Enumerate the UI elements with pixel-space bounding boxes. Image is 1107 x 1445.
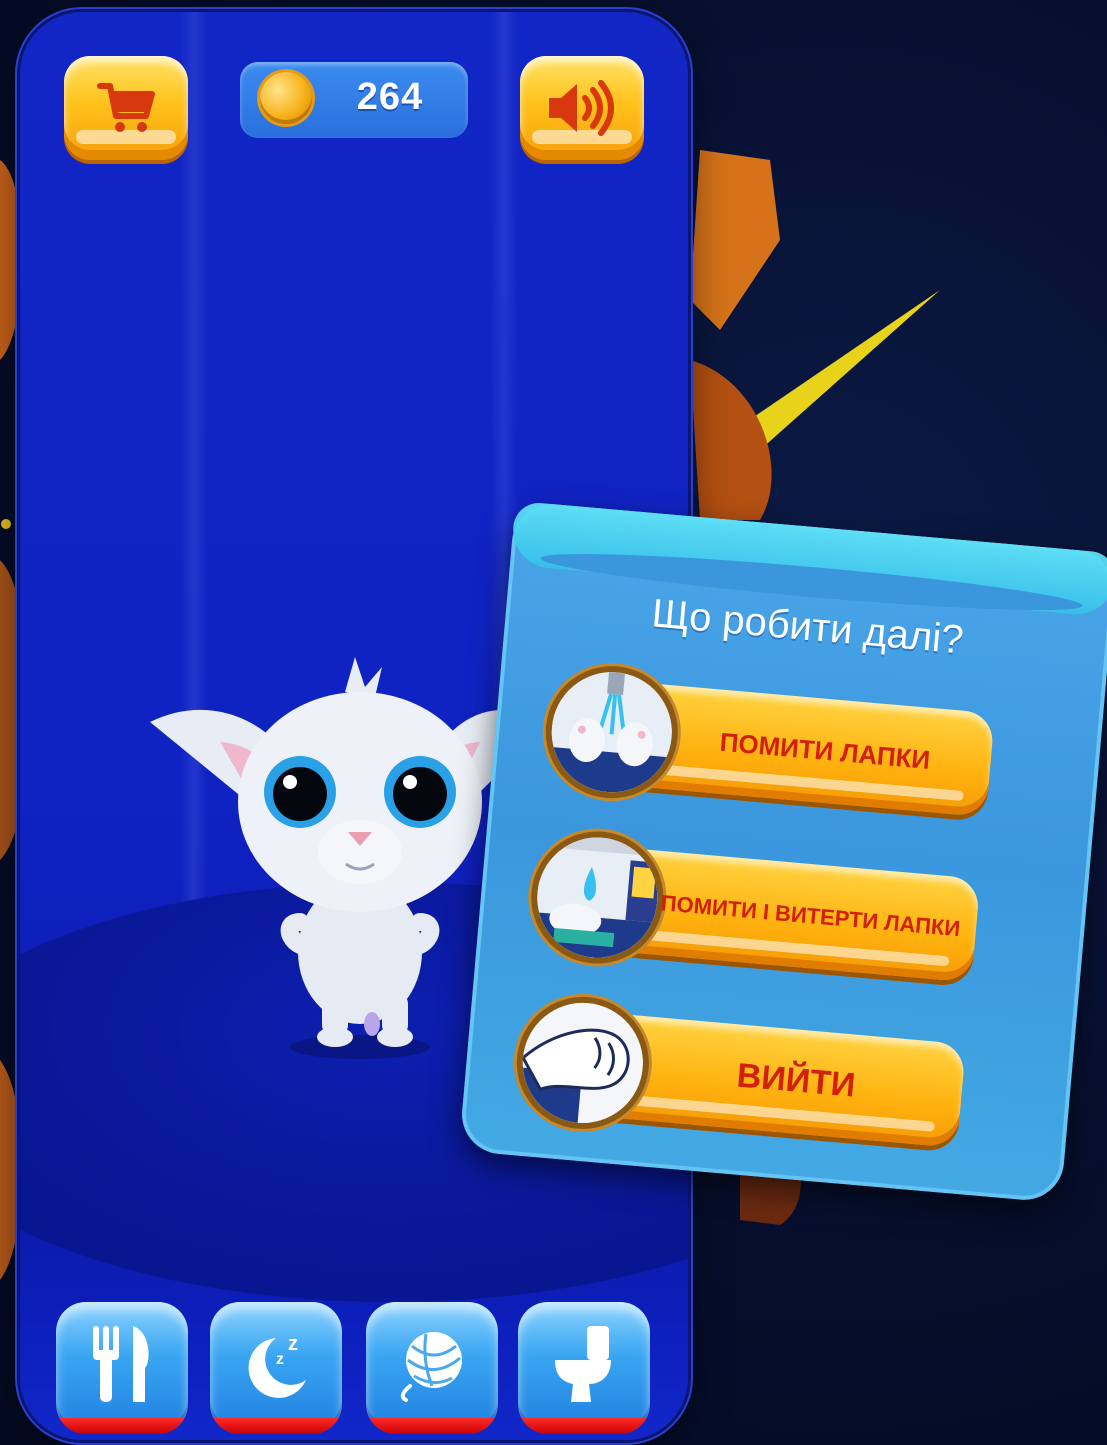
game-stage: 264 z z Що робити далі? ПОМИТИ ЛАПКИ ПОМ… bbox=[0, 0, 1107, 1445]
toilet-icon bbox=[555, 1326, 611, 1402]
coin-count: 264 bbox=[356, 76, 424, 118]
shop-button[interactable] bbox=[64, 56, 188, 160]
shopping-cart-icon bbox=[97, 83, 155, 132]
coin-icon bbox=[260, 72, 312, 124]
coin-counter: 264 bbox=[240, 62, 468, 138]
svg-text:z: z bbox=[288, 1333, 298, 1355]
wash-paws-label: ПОМИТИ ЛАПКИ bbox=[718, 726, 932, 775]
exit-label: ВИЙТИ bbox=[735, 1056, 857, 1105]
exit-paw-icon bbox=[517, 997, 648, 1128]
sound-button[interactable] bbox=[520, 56, 644, 160]
exit-button[interactable]: ВИЙТИ bbox=[517, 997, 966, 1148]
play-button[interactable] bbox=[366, 1302, 498, 1434]
wash-dry-paws-label: ПОМИТИ І ВИТЕРТИ ЛАПКИ bbox=[659, 890, 962, 942]
toilet-button[interactable] bbox=[518, 1302, 650, 1434]
feed-button[interactable] bbox=[56, 1302, 188, 1434]
yarn-ball-icon bbox=[400, 1332, 462, 1402]
fork-knife-icon bbox=[93, 1326, 149, 1402]
speaker-sound-icon bbox=[549, 80, 614, 136]
action-dialog: Що робити далі? ПОМИТИ ЛАПКИ ПОМИТИ І ВИ… bbox=[458, 500, 1107, 1204]
wash-paws-icon bbox=[546, 667, 677, 798]
svg-text:z: z bbox=[276, 1351, 284, 1368]
wash-dry-paws-icon bbox=[532, 832, 663, 963]
moon-sleep-icon: z z bbox=[248, 1333, 306, 1398]
wash-paws-button[interactable]: ПОМИТИ ЛАПКИ bbox=[546, 667, 995, 818]
sleep-button[interactable]: z z bbox=[210, 1302, 342, 1434]
wash-dry-paws-button[interactable]: ПОМИТИ І ВИТЕРТИ ЛАПКИ bbox=[532, 832, 981, 983]
